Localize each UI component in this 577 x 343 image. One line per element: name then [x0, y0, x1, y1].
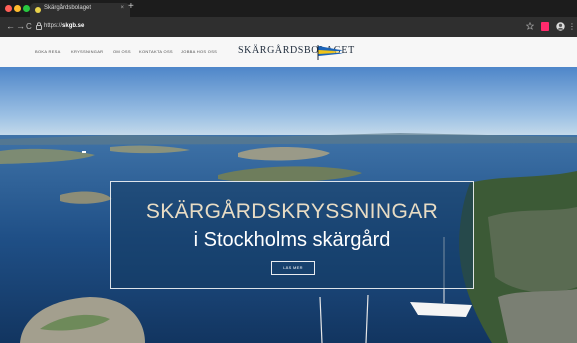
hero-subtitle: i Stockholms skärgård — [193, 229, 391, 251]
flag-logo-icon[interactable] — [316, 44, 346, 60]
extension-icon[interactable] — [541, 22, 549, 31]
new-tab-button[interactable]: + — [128, 2, 134, 12]
url-domain: skgb.se — [62, 23, 85, 29]
read-more-button[interactable]: LÄS MER — [271, 261, 315, 275]
favicon-icon — [35, 7, 41, 13]
reload-button[interactable]: C — [26, 22, 32, 32]
lock-icon — [36, 22, 42, 30]
browser-tab[interactable]: Skärgårdsbolaget × — [30, 3, 130, 17]
profile-avatar-icon[interactable] — [556, 22, 565, 31]
url-prefix: https:// — [44, 23, 63, 29]
minimize-window-button[interactable] — [14, 5, 21, 12]
hero-title: SKÄRGÅRDSKRYSSNINGAR — [145, 200, 439, 223]
hero-overlay-box: SKÄRGÅRDSKRYSSNINGAR i Stockholms skärgå… — [110, 181, 474, 289]
nav-link-jobba-hos-oss[interactable]: JOBBA HOS OSS — [181, 49, 217, 54]
nav-link-kryssningar[interactable]: KRYSSNINGAR — [71, 49, 103, 54]
nav-link-om-oss[interactable]: OM OSS — [113, 49, 131, 54]
site-header: BOKA RESA KRYSSNINGAR OM OSS KONTAKTA OS… — [0, 37, 577, 67]
hero-section: SKÄRGÅRDSKRYSSNINGAR i Stockholms skärgå… — [0, 67, 577, 343]
back-button[interactable]: ← — [6, 21, 15, 31]
maximize-window-button[interactable] — [23, 5, 30, 12]
address-bar[interactable]: https://skgb.se — [44, 23, 84, 29]
browser-toolbar: ← → C https://skgb.se ⋮ — [0, 17, 577, 37]
nav-link-boka-resa[interactable]: BOKA RESA — [35, 49, 61, 54]
browser-tab-bar: Skärgårdsbolaget × + — [0, 0, 577, 17]
menu-kebab-icon[interactable]: ⋮ — [568, 22, 576, 32]
nav-link-kontakta-oss[interactable]: KONTAKTA OSS — [139, 49, 173, 54]
tab-title: Skärgårdsbolaget — [44, 5, 92, 11]
tab-close-icon[interactable]: × — [120, 5, 124, 11]
close-window-button[interactable] — [5, 5, 12, 12]
star-icon[interactable] — [526, 22, 534, 30]
forward-button[interactable]: → — [16, 21, 25, 31]
